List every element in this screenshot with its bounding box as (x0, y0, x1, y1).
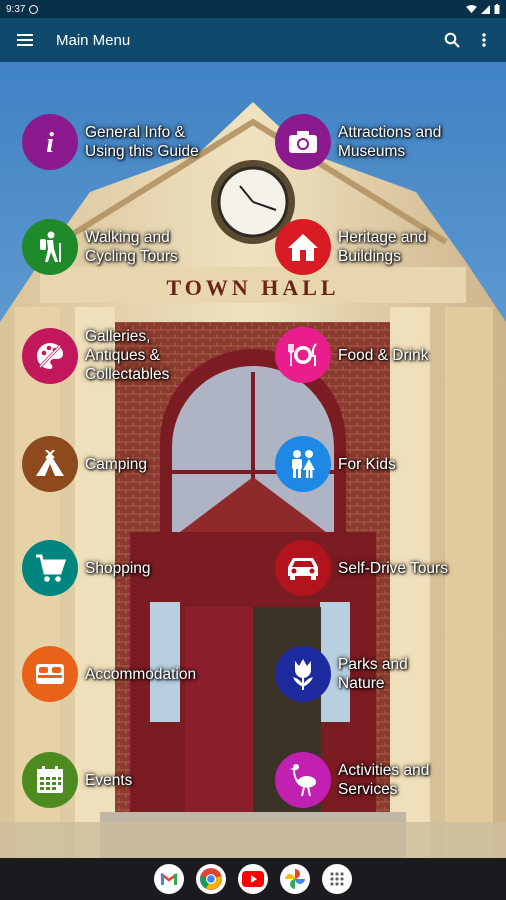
menu-item-label: Food & Drink (338, 346, 429, 364)
youtube-icon[interactable] (238, 864, 268, 894)
notification-icon (29, 4, 39, 14)
menu-item-label: Walking and Cycling Tours (85, 229, 178, 265)
menu-item-plate-cutlery[interactable]: Food & Drink (275, 327, 428, 383)
menu-item-label: Camping (85, 455, 148, 473)
bed-icon (22, 646, 78, 702)
menu-item-camera[interactable]: Attractions and Museums (275, 114, 441, 170)
search-icon[interactable] (436, 18, 468, 62)
kids-icon (275, 436, 331, 492)
menu-item-label: Accommodation (85, 665, 197, 683)
photos-icon[interactable] (280, 864, 310, 894)
svg-text:TOWN HALL: TOWN HALL (166, 275, 339, 300)
tulip-icon (275, 646, 331, 702)
menu-item-emu[interactable]: Activities and Services (275, 752, 429, 808)
status-bar: 9:37 (0, 0, 506, 18)
menu-item-hiker[interactable]: Walking and Cycling Tours (22, 219, 178, 275)
navigation-bar (0, 858, 506, 900)
hamburger-icon[interactable] (0, 18, 50, 62)
menu-item-house[interactable]: Heritage and Buildings (275, 219, 427, 275)
battery-icon (494, 4, 500, 14)
calendar-icon (22, 752, 78, 808)
menu-item-label: Events (85, 771, 133, 789)
gmail-icon[interactable] (154, 864, 184, 894)
menu-item-label: General Info & Using this Guide (85, 124, 199, 160)
app-bar: Main Menu (0, 18, 506, 62)
menu-item-label: Parks and Nature (338, 656, 408, 692)
palette-icon (22, 327, 78, 384)
menu-item-info[interactable]: i General Info & Using this Guide (22, 114, 199, 170)
menu-item-label: Shopping (85, 559, 151, 577)
hiker-icon (22, 219, 78, 275)
tent-icon (22, 436, 78, 492)
svg-text:i: i (46, 128, 54, 157)
menu-item-tulip[interactable]: Parks and Nature (275, 646, 408, 702)
menu-item-label: For Kids (338, 455, 396, 473)
more-vert-icon[interactable] (468, 18, 500, 62)
menu-item-kids[interactable]: For Kids (275, 436, 396, 492)
menu-item-car[interactable]: Self-Drive Tours (275, 540, 448, 596)
app-drawer-icon[interactable] (322, 864, 352, 894)
signal-icon (481, 4, 490, 14)
menu-item-label: Self-Drive Tours (338, 559, 448, 577)
wifi-icon (466, 4, 477, 13)
menu-item-tent[interactable]: Camping (22, 436, 147, 492)
emu-icon (275, 752, 331, 808)
info-icon: i (22, 114, 78, 170)
chrome-icon[interactable] (196, 864, 226, 894)
menu-item-palette[interactable]: Galleries, Antiques & Collectables (22, 327, 169, 384)
car-icon (275, 540, 331, 596)
menu-item-calendar[interactable]: Events (22, 752, 132, 808)
house-icon (275, 219, 331, 275)
plate-cutlery-icon (275, 327, 331, 383)
menu-item-label: Activities and Services (338, 762, 430, 798)
menu-item-label: Galleries, Antiques & Collectables (85, 328, 170, 383)
main-menu-content: TOWN HALL i General Info & Using this Gui… (0, 62, 506, 858)
cart-icon (22, 540, 78, 596)
menu-item-label: Heritage and Buildings (338, 229, 427, 265)
page-title: Main Menu (56, 31, 131, 49)
status-time: 9:37 (6, 3, 26, 15)
menu-item-bed[interactable]: Accommodation (22, 646, 196, 702)
camera-icon (275, 114, 331, 170)
menu-item-label: Attractions and Museums (338, 124, 442, 160)
menu-item-cart[interactable]: Shopping (22, 540, 151, 596)
